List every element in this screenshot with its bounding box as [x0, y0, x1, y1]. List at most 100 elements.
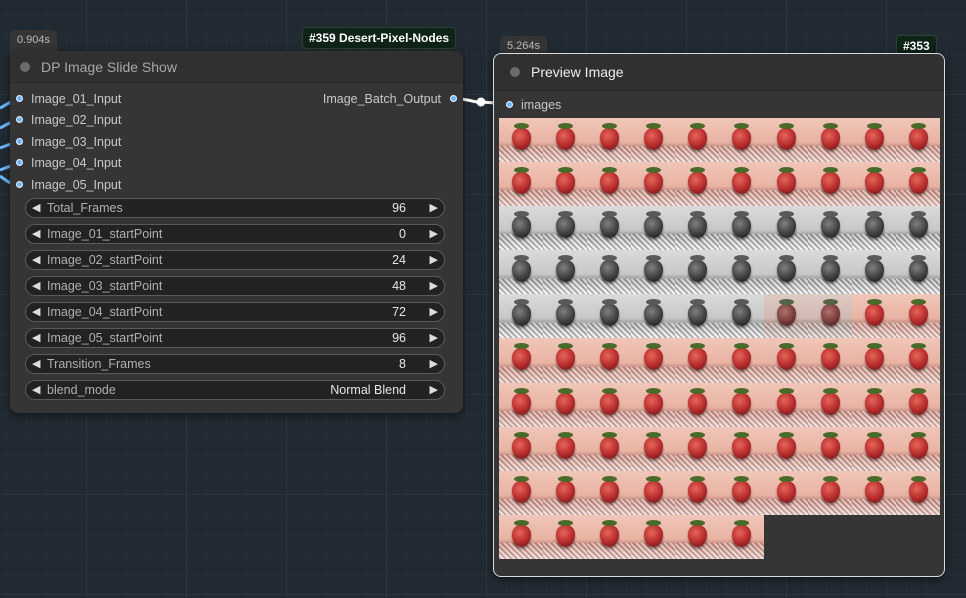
preview-thumbnail[interactable]: [675, 382, 720, 427]
decrement-arrow-icon[interactable]: ◀: [32, 331, 40, 344]
preview-thumbnail[interactable]: [807, 250, 852, 295]
preview-thumbnail[interactable]: [499, 118, 544, 163]
preview-thumbnail[interactable]: [675, 118, 720, 163]
preview-thumbnail[interactable]: [895, 294, 940, 339]
preview-thumbnail[interactable]: [587, 514, 632, 559]
increment-arrow-icon[interactable]: ▶: [430, 305, 438, 318]
preview-thumbnail[interactable]: [631, 206, 676, 251]
preview-thumbnail[interactable]: [763, 162, 808, 207]
preview-thumbnail[interactable]: [631, 118, 676, 163]
increment-arrow-icon[interactable]: ▶: [430, 331, 438, 344]
preview-thumbnail[interactable]: [499, 294, 544, 339]
widget-image-03-startpoint[interactable]: ◀ Image_03_startPoint 48 ▶: [25, 276, 445, 296]
preview-thumbnail[interactable]: [675, 294, 720, 339]
increment-arrow-icon[interactable]: ▶: [430, 227, 438, 240]
preview-thumbnail[interactable]: [543, 470, 588, 515]
preview-thumbnail[interactable]: [895, 206, 940, 251]
collapse-dot-icon[interactable]: [510, 67, 520, 77]
preview-thumbnail[interactable]: [499, 162, 544, 207]
preview-thumbnail[interactable]: [895, 470, 940, 515]
preview-thumbnail[interactable]: [807, 118, 852, 163]
increment-arrow-icon[interactable]: ▶: [430, 201, 438, 214]
input-slot-image-03[interactable]: [16, 138, 23, 145]
preview-thumbnail[interactable]: [675, 206, 720, 251]
widget-transition-frames[interactable]: ◀ Transition_Frames 8 ▶: [25, 354, 445, 374]
preview-thumbnail[interactable]: [763, 206, 808, 251]
preview-thumbnail[interactable]: [587, 250, 632, 295]
preview-thumbnail[interactable]: [631, 162, 676, 207]
preview-thumbnail[interactable]: [587, 294, 632, 339]
preview-thumbnail[interactable]: [895, 250, 940, 295]
increment-arrow-icon[interactable]: ▶: [430, 279, 438, 292]
preview-thumbnail[interactable]: [719, 470, 764, 515]
preview-thumbnail[interactable]: [763, 338, 808, 383]
preview-thumbnail[interactable]: [631, 470, 676, 515]
preview-thumbnail[interactable]: [631, 338, 676, 383]
preview-thumbnail[interactable]: [587, 206, 632, 251]
preview-thumbnail[interactable]: [807, 470, 852, 515]
input-slot-image-02[interactable]: [16, 116, 23, 123]
preview-thumbnail[interactable]: [719, 382, 764, 427]
preview-thumbnail[interactable]: [719, 250, 764, 295]
decrement-arrow-icon[interactable]: ◀: [32, 253, 40, 266]
node-header[interactable]: Preview Image: [494, 54, 944, 91]
decrement-arrow-icon[interactable]: ◀: [32, 201, 40, 214]
decrement-arrow-icon[interactable]: ◀: [32, 279, 40, 292]
preview-thumbnail[interactable]: [851, 118, 896, 163]
preview-thumbnail[interactable]: [675, 470, 720, 515]
preview-thumbnail[interactable]: [587, 118, 632, 163]
preview-thumbnail[interactable]: [631, 250, 676, 295]
preview-thumbnail[interactable]: [719, 294, 764, 339]
preview-thumbnail[interactable]: [675, 162, 720, 207]
decrement-arrow-icon[interactable]: ◀: [32, 305, 40, 318]
preview-thumbnail[interactable]: [543, 426, 588, 471]
preview-thumbnail[interactable]: [543, 382, 588, 427]
preview-thumbnail[interactable]: [851, 382, 896, 427]
preview-thumbnail[interactable]: [763, 470, 808, 515]
preview-thumbnail[interactable]: [631, 382, 676, 427]
preview-thumbnail[interactable]: [807, 162, 852, 207]
preview-thumbnail[interactable]: [895, 426, 940, 471]
preview-thumbnail[interactable]: [587, 338, 632, 383]
preview-thumbnail[interactable]: [719, 338, 764, 383]
dp-image-slide-show-node[interactable]: DP Image Slide Show Image_01_Input Image…: [10, 51, 463, 413]
input-slot-image-05[interactable]: [16, 181, 23, 188]
widget-image-05-startpoint[interactable]: ◀ Image_05_startPoint 96 ▶: [25, 328, 445, 348]
preview-thumbnail[interactable]: [675, 426, 720, 471]
preview-thumbnail[interactable]: [807, 338, 852, 383]
widget-image-02-startpoint[interactable]: ◀ Image_02_startPoint 24 ▶: [25, 250, 445, 270]
preview-thumbnail[interactable]: [543, 250, 588, 295]
preview-thumbnail[interactable]: [895, 118, 940, 163]
preview-thumbnail[interactable]: [499, 514, 544, 559]
input-slot-images[interactable]: [506, 101, 513, 108]
preview-thumbnail[interactable]: [587, 470, 632, 515]
preview-thumbnail[interactable]: [543, 294, 588, 339]
preview-thumbnail[interactable]: [807, 206, 852, 251]
preview-thumbnail[interactable]: [719, 426, 764, 471]
preview-thumbnail[interactable]: [851, 250, 896, 295]
preview-thumbnail[interactable]: [719, 514, 764, 559]
preview-thumbnail[interactable]: [895, 382, 940, 427]
collapse-dot-icon[interactable]: [20, 61, 30, 72]
preview-thumbnail[interactable]: [499, 426, 544, 471]
output-slot-image-batch[interactable]: [450, 95, 457, 102]
preview-thumbnail[interactable]: [763, 294, 808, 339]
preview-thumbnail[interactable]: [807, 294, 852, 339]
preview-thumbnail[interactable]: [631, 514, 676, 559]
increment-arrow-icon[interactable]: ▶: [430, 383, 438, 396]
preview-thumbnail[interactable]: [499, 250, 544, 295]
preview-thumbnail[interactable]: [851, 338, 896, 383]
widget-blend-mode[interactable]: ◀ blend_mode Normal Blend ▶: [25, 380, 445, 400]
preview-thumbnail[interactable]: [851, 206, 896, 251]
preview-thumbnail[interactable]: [499, 206, 544, 251]
increment-arrow-icon[interactable]: ▶: [430, 357, 438, 370]
preview-thumbnail[interactable]: [499, 338, 544, 383]
preview-thumbnail[interactable]: [851, 426, 896, 471]
preview-thumbnail[interactable]: [763, 426, 808, 471]
preview-thumbnail[interactable]: [587, 162, 632, 207]
preview-thumbnail[interactable]: [543, 118, 588, 163]
widget-image-01-startpoint[interactable]: ◀ Image_01_startPoint 0 ▶: [25, 224, 445, 244]
preview-thumbnail[interactable]: [807, 382, 852, 427]
preview-thumbnail[interactable]: [851, 294, 896, 339]
preview-thumbnail[interactable]: [587, 382, 632, 427]
